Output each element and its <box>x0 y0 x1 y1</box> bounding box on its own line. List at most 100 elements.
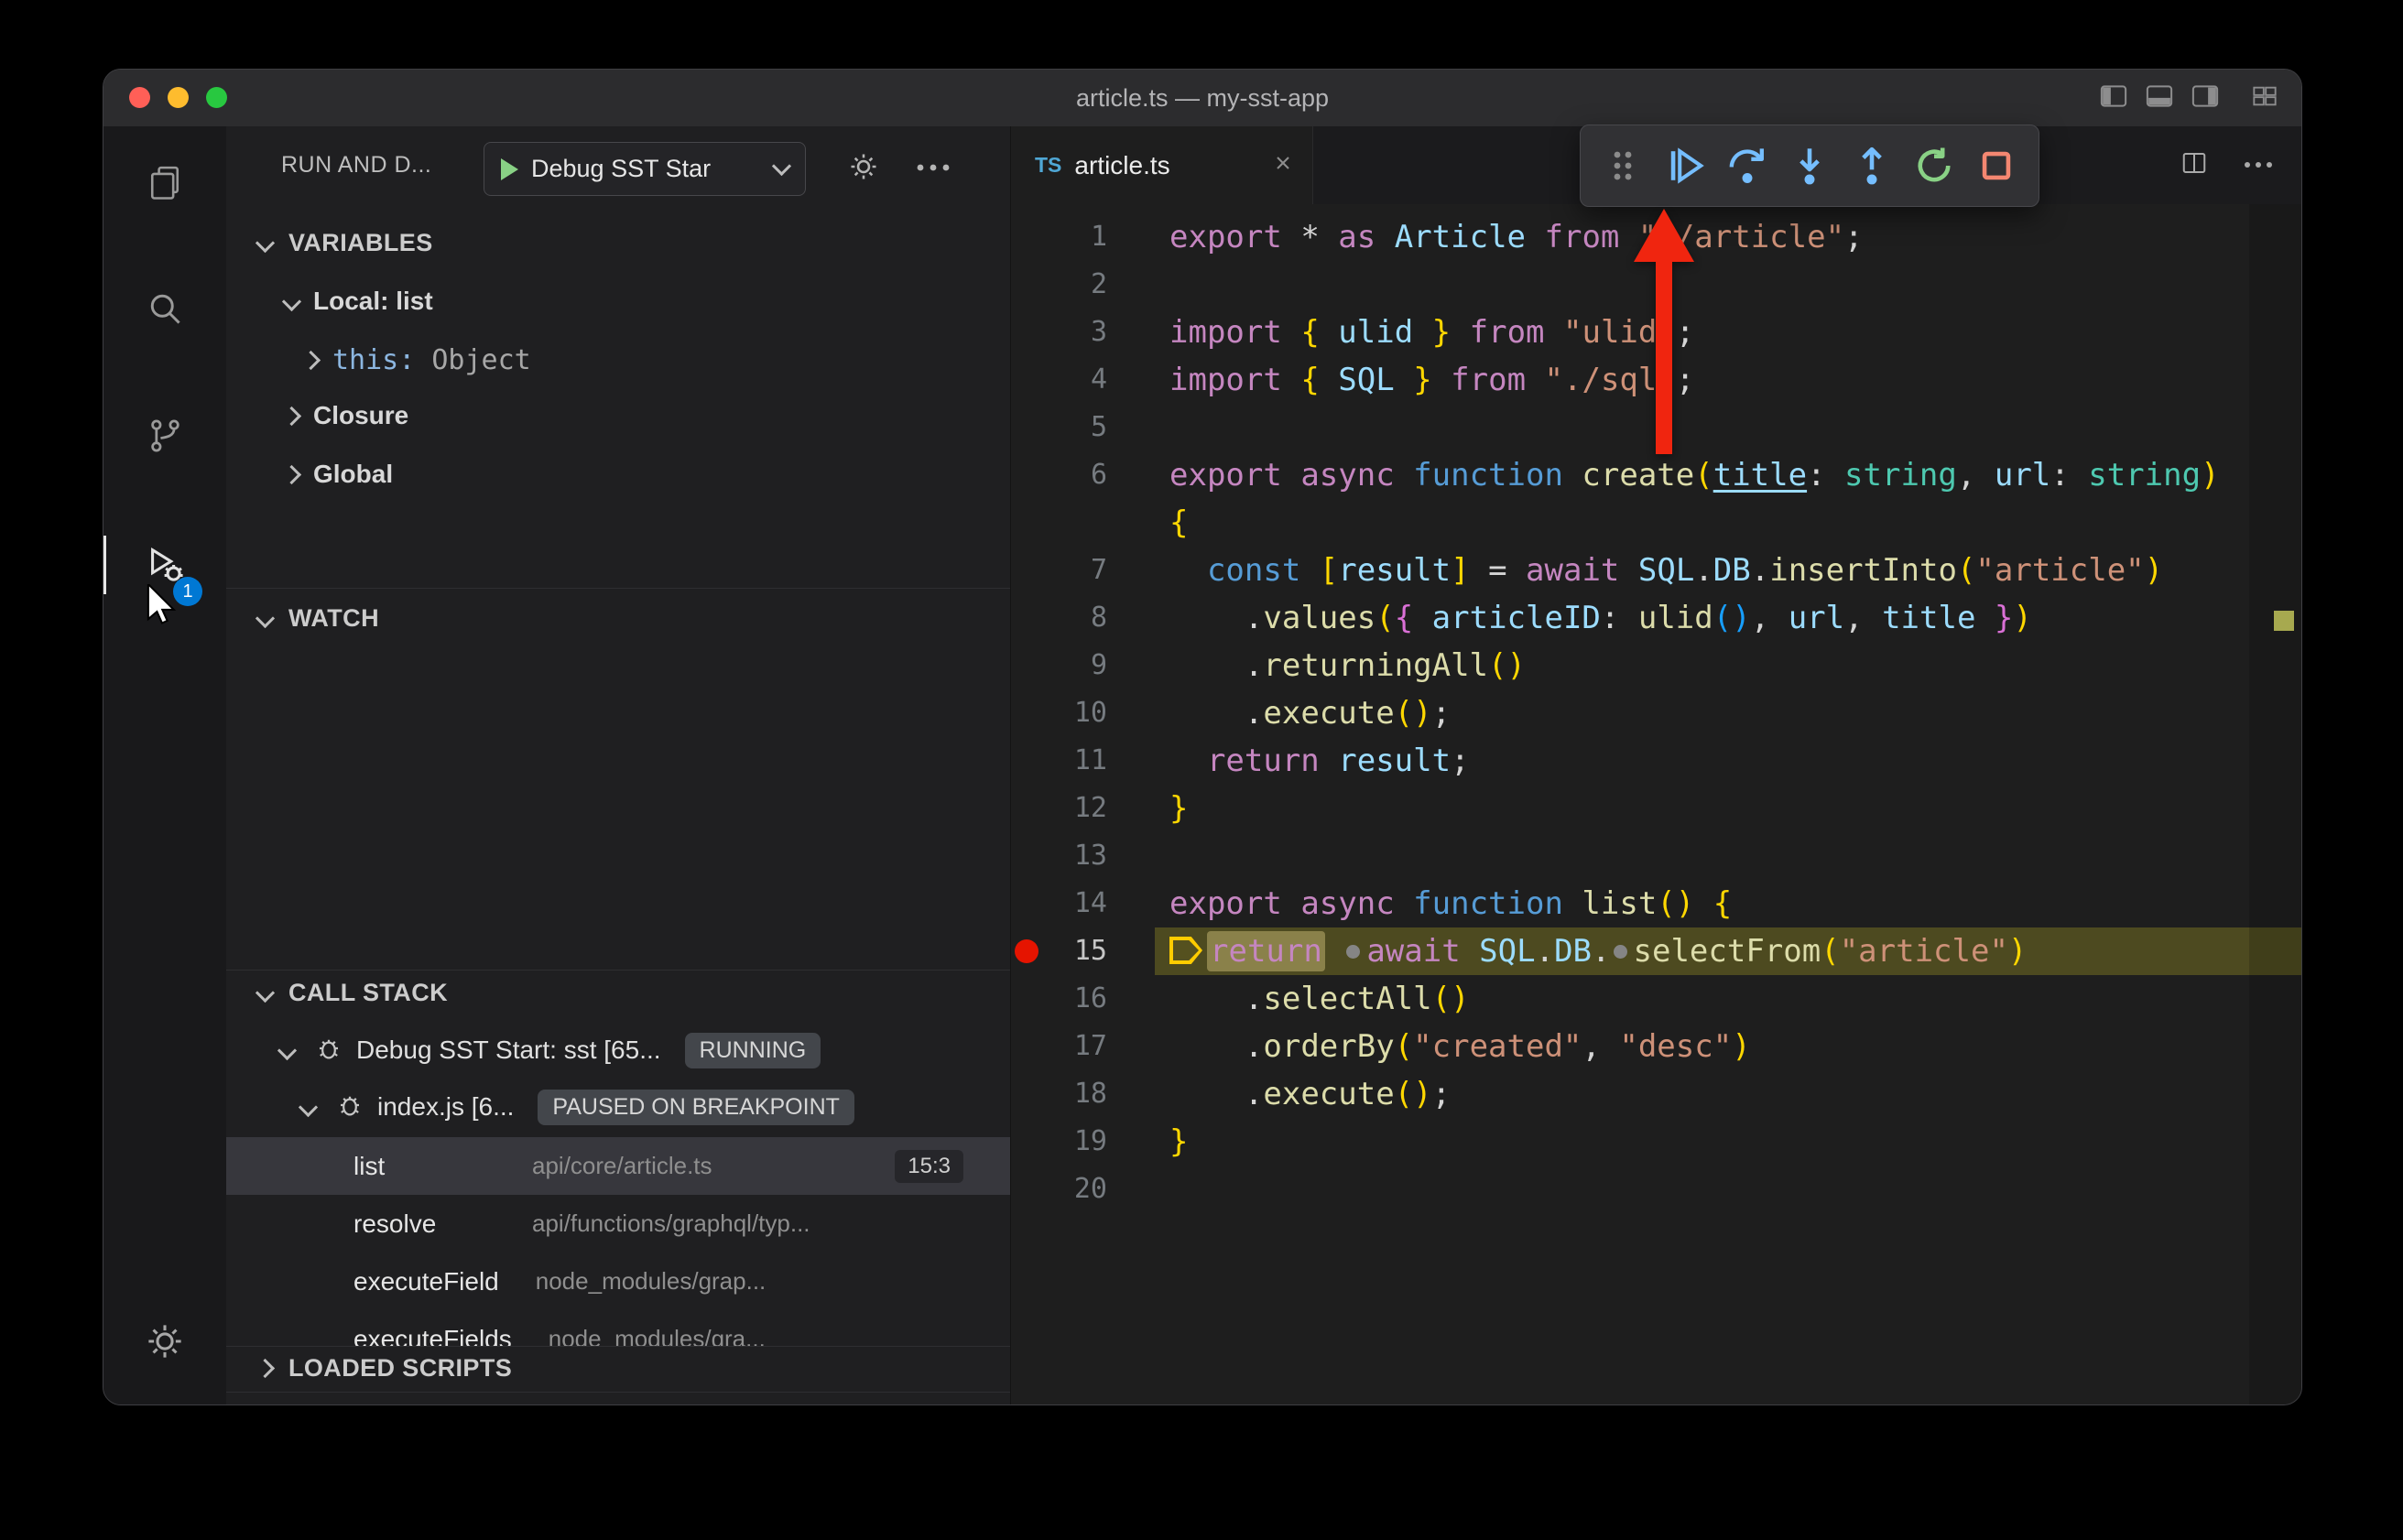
code-area[interactable]: 1export * as Article from "./article";23… <box>1011 204 2301 1404</box>
code-line[interactable]: 17 .orderBy("created", "desc") <box>1011 1023 2301 1070</box>
code-line[interactable]: 8 .values({ articleID: ulid(), url, titl… <box>1011 594 2301 642</box>
line-number[interactable]: 1 <box>1011 213 1107 261</box>
code-line[interactable]: 20 <box>1011 1166 2301 1213</box>
line-number[interactable]: 8 <box>1011 594 1107 642</box>
code-line[interactable]: 14export async function list() { <box>1011 880 2301 927</box>
activity-bar: 1 <box>103 126 226 1404</box>
debug-settings-gear-icon[interactable] <box>847 150 880 188</box>
line-number[interactable]: 16 <box>1011 975 1107 1023</box>
stop-button[interactable] <box>1974 144 2018 188</box>
settings-gear-icon[interactable] <box>143 1319 187 1363</box>
variables-scope-closure[interactable]: Closure <box>285 396 408 436</box>
line-number[interactable]: 6 <box>1011 451 1107 499</box>
line-number[interactable]: 5 <box>1011 404 1107 451</box>
code-text: import { ulid } from "ulid"; <box>1107 309 1694 356</box>
call-stack-frame[interactable]: executeFieldnode_modules/grap... <box>226 1253 1010 1310</box>
customize-layout-icon[interactable] <box>2252 84 2278 113</box>
line-number[interactable]: 13 <box>1011 832 1107 880</box>
step-out-button[interactable] <box>1850 144 1894 188</box>
chevron-right-icon <box>301 350 321 369</box>
toolbar-gripper-icon[interactable] <box>1601 144 1645 188</box>
line-number[interactable]: 14 <box>1011 880 1107 927</box>
toggle-panel-icon[interactable] <box>2146 84 2173 113</box>
code-line[interactable]: 11 return result; <box>1011 737 2301 785</box>
line-number[interactable]: 19 <box>1011 1118 1107 1166</box>
line-number[interactable] <box>1011 499 1107 547</box>
code-line[interactable]: 2 <box>1011 261 2301 309</box>
breakpoint-icon[interactable] <box>1015 939 1038 963</box>
current-code-line[interactable]: 15return await SQL.DB.selectFrom("articl… <box>1011 927 2301 975</box>
source-control-icon[interactable] <box>143 414 187 458</box>
step-into-button[interactable] <box>1788 144 1832 188</box>
section-header-loaded-scripts[interactable]: LOADED SCRIPTS <box>258 1348 512 1388</box>
explorer-icon[interactable] <box>143 161 187 205</box>
frame-name: executeField <box>353 1267 499 1296</box>
mouse-cursor <box>146 584 180 629</box>
code-line[interactable]: 5 <box>1011 404 2301 451</box>
desktop-background: article.ts — my-sst-app <box>0 0 2403 1540</box>
split-editor-icon[interactable] <box>2180 149 2208 181</box>
code-line[interactable]: { <box>1011 499 2301 547</box>
line-number[interactable]: 10 <box>1011 689 1107 737</box>
code-text: return result; <box>1107 737 1470 785</box>
code-line[interactable]: 10 .execute(); <box>1011 689 2301 737</box>
line-number[interactable]: 17 <box>1011 1023 1107 1070</box>
line-number[interactable]: 9 <box>1011 642 1107 689</box>
editor-more-actions-icon[interactable] <box>2243 157 2274 174</box>
line-number[interactable]: 11 <box>1011 737 1107 785</box>
inline-breakpoint-candidate-icon[interactable] <box>1346 945 1360 959</box>
line-number[interactable]: 2 <box>1011 261 1107 309</box>
step-over-button[interactable] <box>1725 144 1769 188</box>
call-stack-frame[interactable]: executeFieldsnode_modules/gra... <box>226 1310 1010 1346</box>
code-line[interactable]: 4import { SQL } from "./sql"; <box>1011 356 2301 404</box>
call-stack-thread[interactable]: index.js [6... PAUSED ON BREAKPOINT <box>301 1087 1010 1127</box>
line-number[interactable]: 20 <box>1011 1166 1107 1213</box>
line-number[interactable]: 7 <box>1011 547 1107 594</box>
code-line[interactable]: 12} <box>1011 785 2301 832</box>
code-line[interactable]: 18 .execute(); <box>1011 1070 2301 1118</box>
call-stack-session[interactable]: Debug SST Start: sst [65... RUNNING <box>280 1030 1010 1070</box>
vscode-window: article.ts — my-sst-app <box>103 69 2302 1405</box>
chevron-down-icon <box>299 1097 318 1116</box>
session-status-badge: RUNNING <box>685 1033 821 1068</box>
search-icon[interactable] <box>143 287 187 331</box>
toggle-primary-sidebar-icon[interactable] <box>2100 84 2127 113</box>
chevron-right-icon <box>282 464 301 483</box>
continue-button[interactable] <box>1663 144 1707 188</box>
code-text: { <box>1107 499 1188 547</box>
section-header-variables[interactable]: VARIABLES <box>258 222 433 263</box>
code-line[interactable]: 13 <box>1011 832 2301 880</box>
call-stack-frame[interactable]: listapi/core/article.ts15:3 <box>226 1137 1010 1195</box>
code-line[interactable]: 9 .returningAll() <box>1011 642 2301 689</box>
code-text <box>1107 832 1169 880</box>
line-number[interactable]: 18 <box>1011 1070 1107 1118</box>
code-line[interactable]: 19} <box>1011 1118 2301 1166</box>
chevron-right-icon <box>282 406 301 425</box>
code-line[interactable]: 1export * as Article from "./article"; <box>1011 213 2301 261</box>
variables-scope-local[interactable]: Local: list <box>285 281 433 321</box>
code-line[interactable]: 6export async function create(title: str… <box>1011 451 2301 499</box>
call-stack-frame[interactable]: resolveapi/functions/graphql/typ... <box>226 1195 1010 1253</box>
debug-config-dropdown[interactable]: Debug SST Star <box>484 142 806 196</box>
section-header-call-stack[interactable]: CALL STACK <box>258 972 448 1013</box>
line-number[interactable]: 12 <box>1011 785 1107 832</box>
section-header-watch[interactable]: WATCH <box>258 598 379 638</box>
line-number[interactable]: 4 <box>1011 356 1107 404</box>
code-line[interactable]: 7 const [result] = await SQL.DB.insertIn… <box>1011 547 2301 594</box>
code-line[interactable]: 3import { ulid } from "ulid"; <box>1011 309 2301 356</box>
variables-scope-global[interactable]: Global <box>285 454 393 494</box>
overview-ruler[interactable] <box>2249 204 2301 1404</box>
close-tab-icon[interactable] <box>1272 152 1294 179</box>
line-number[interactable]: 15 <box>1011 927 1107 975</box>
line-number[interactable]: 3 <box>1011 309 1107 356</box>
titlebar[interactable]: article.ts — my-sst-app <box>103 70 2301 127</box>
inline-breakpoint-candidate-icon[interactable] <box>1614 945 1627 959</box>
toggle-secondary-sidebar-icon[interactable] <box>2191 84 2219 113</box>
restart-button[interactable] <box>1912 144 1956 188</box>
code-line[interactable]: 16 .selectAll() <box>1011 975 2301 1023</box>
more-actions-icon[interactable] <box>915 161 951 178</box>
variable-this[interactable]: this: Object <box>304 340 531 380</box>
start-debug-icon[interactable] <box>501 158 518 180</box>
call-stack-frames: listapi/core/article.ts15:3resolveapi/fu… <box>226 1137 1010 1346</box>
tab-article-ts[interactable]: TS article.ts <box>1011 126 1313 204</box>
